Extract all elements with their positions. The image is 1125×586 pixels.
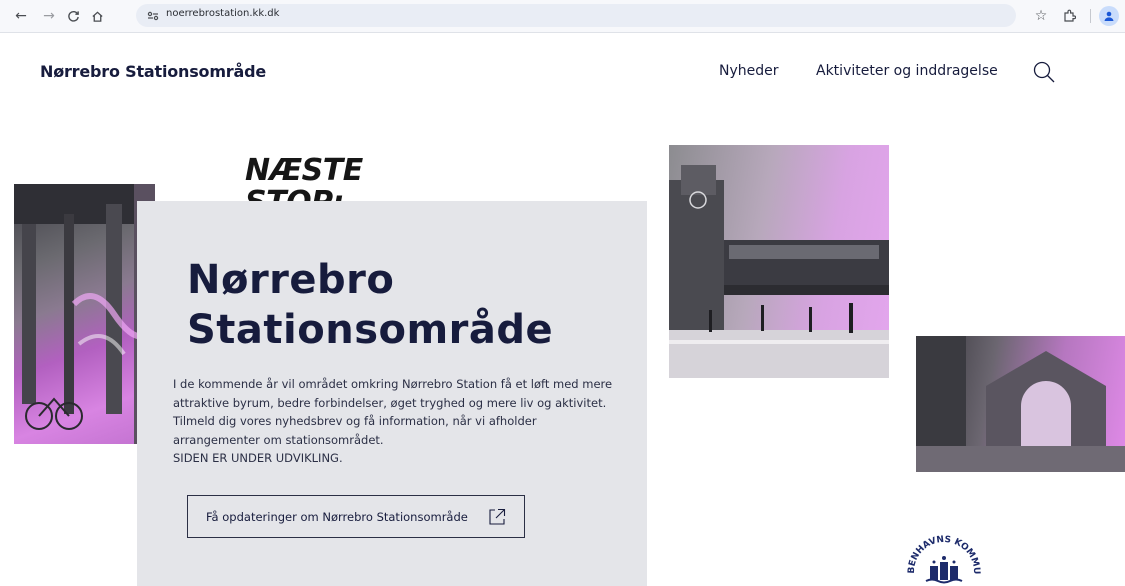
search-icon[interactable] (1032, 60, 1056, 84)
home-icon[interactable] (86, 5, 108, 27)
site-logo[interactable]: Nørrebro Stationsområde (40, 62, 266, 81)
profile-icon[interactable] (1099, 6, 1119, 26)
nav-link-nyheder[interactable]: Nyheder (719, 63, 779, 79)
coat-of-arms-icon: KØBENHAVNS KOMMUNE (902, 524, 986, 586)
hero-description-text: I de kommende år vil området omkring Nør… (173, 377, 613, 447)
forward-arrow-icon[interactable]: → (38, 5, 60, 27)
hero-description: I de kommende år vil området omkring Nør… (173, 375, 613, 468)
url-text[interactable]: noerrebrostation.kk.dk (166, 8, 279, 19)
hero-card: Nørrebro Stationsområde I de kommende år… (137, 201, 647, 586)
newsletter-signup-label: Få opdateringer om Nørrebro Stationsområ… (206, 509, 468, 524)
address-bar[interactable]: noerrebrostation.kk.dk (136, 4, 1016, 27)
site-info-icon[interactable] (144, 7, 162, 24)
station-photo (669, 145, 889, 378)
status-notice: SIDEN ER UNDER UDVIKLING. (173, 451, 343, 465)
page-title: Nørrebro Stationsområde (187, 257, 554, 353)
external-link-icon (489, 508, 506, 525)
newsletter-signup-button[interactable]: Få opdateringer om Nørrebro Stationsområ… (187, 495, 525, 538)
station-building-photo (916, 336, 1125, 472)
extensions-icon[interactable] (1058, 5, 1080, 27)
browser-toolbar: ← → noerrebrostation.kk.dk ☆ (0, 0, 1125, 33)
nav-link-aktiviteter[interactable]: Aktiviteter og inddragelse (816, 63, 998, 79)
toolbar-divider (1090, 9, 1091, 23)
bookmark-star-icon[interactable]: ☆ (1030, 5, 1052, 27)
back-arrow-icon[interactable]: ← (10, 5, 32, 27)
reload-icon[interactable] (62, 5, 84, 27)
underpass-photo (14, 184, 155, 444)
